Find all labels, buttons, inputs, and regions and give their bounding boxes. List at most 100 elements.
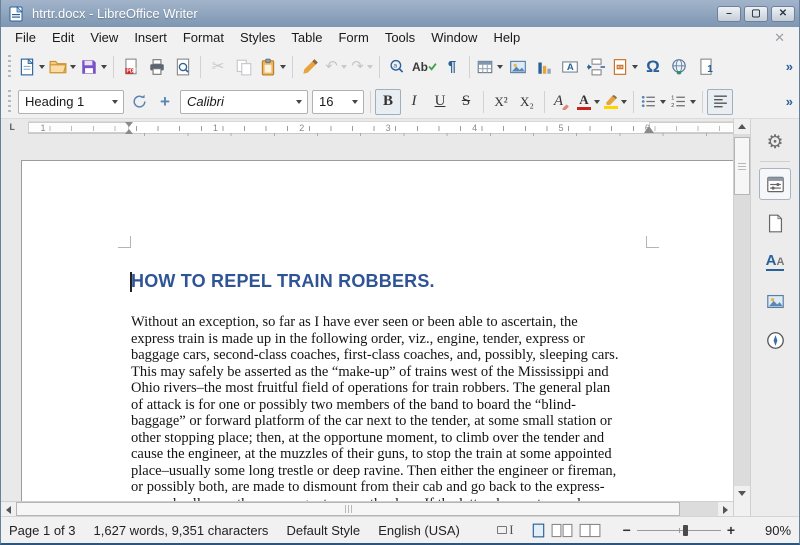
underline-button[interactable]: U xyxy=(427,89,453,115)
font-color-button[interactable]: A xyxy=(575,89,602,115)
horizontal-scrollbar-track[interactable] xyxy=(680,502,718,516)
toolbar-overflow-button[interactable]: » xyxy=(782,59,797,74)
insert-field-button[interactable] xyxy=(609,54,640,80)
menu-form[interactable]: Form xyxy=(330,28,376,47)
chevron-down-icon[interactable] xyxy=(497,65,503,69)
chevron-down-icon[interactable] xyxy=(632,65,638,69)
book-view-button[interactable] xyxy=(579,523,601,538)
chevron-down-icon[interactable] xyxy=(346,91,363,113)
page[interactable]: HOW TO REPEL TRAIN ROBBERS. Without an e… xyxy=(21,160,733,501)
scroll-up-button[interactable] xyxy=(734,119,750,134)
document-paragraph[interactable]: Without an exception, so far as I have e… xyxy=(131,314,671,501)
numbered-list-button[interactable]: 12 xyxy=(668,89,698,115)
sidebar-tab-gallery[interactable] xyxy=(759,285,791,317)
menu-window[interactable]: Window xyxy=(423,28,485,47)
export-pdf-button[interactable]: PDF xyxy=(118,54,144,80)
print-button[interactable] xyxy=(144,54,170,80)
insert-image-button[interactable] xyxy=(505,54,531,80)
bold-button[interactable]: B xyxy=(375,89,401,115)
word-count[interactable]: 1,627 words, 9,351 characters xyxy=(94,523,269,538)
insert-mode-indicator[interactable]: I xyxy=(497,522,513,538)
insert-page-break-button[interactable] xyxy=(583,54,609,80)
single-page-view-button[interactable] xyxy=(532,523,545,538)
menu-edit[interactable]: Edit xyxy=(44,28,82,47)
update-style-button[interactable] xyxy=(126,89,152,115)
page-count[interactable]: Page 1 of 3 xyxy=(9,523,76,538)
bullet-list-button[interactable] xyxy=(638,89,668,115)
scroll-left-button[interactable] xyxy=(1,502,16,517)
sidebar-tab-properties[interactable] xyxy=(759,168,791,200)
subscript-button[interactable]: X₂ xyxy=(514,89,540,115)
menu-table[interactable]: Table xyxy=(283,28,330,47)
font-size-combo[interactable]: 16 xyxy=(312,90,364,114)
sidebar-tab-page[interactable] xyxy=(759,207,791,239)
toolbar-grip-handle[interactable] xyxy=(6,55,13,79)
maximize-button[interactable]: ▢ xyxy=(744,6,768,22)
insert-page-number-button[interactable]: 1 xyxy=(692,54,718,80)
align-left-button[interactable] xyxy=(707,89,733,115)
text-language[interactable]: English (USA) xyxy=(378,523,460,538)
strikethrough-button[interactable]: S xyxy=(453,89,479,115)
menu-view[interactable]: View xyxy=(82,28,126,47)
vertical-scrollbar[interactable] xyxy=(733,119,750,516)
chevron-down-icon[interactable] xyxy=(660,100,666,104)
chevron-down-icon[interactable] xyxy=(280,65,286,69)
formatting-marks-button[interactable]: ¶ xyxy=(439,54,465,80)
menu-file[interactable]: File xyxy=(7,28,44,47)
find-replace-button[interactable]: a xyxy=(384,54,410,80)
page-style[interactable]: Default Style xyxy=(286,523,360,538)
paragraph-style-combo[interactable]: Heading 1 xyxy=(18,90,124,114)
horizontal-ruler[interactable]: L 1 123456 xyxy=(1,119,733,137)
highlight-color-button[interactable] xyxy=(602,89,629,115)
chevron-down-icon[interactable] xyxy=(106,91,123,113)
vertical-scrollbar-track[interactable] xyxy=(734,195,750,486)
chevron-down-icon[interactable] xyxy=(39,65,45,69)
new-document-button[interactable] xyxy=(16,54,47,80)
insert-special-character-button[interactable]: Ω xyxy=(640,54,666,80)
scroll-down-button[interactable] xyxy=(734,486,750,501)
right-indent-marker[interactable] xyxy=(644,126,654,133)
zoom-percentage[interactable]: 90% xyxy=(757,523,791,538)
zoom-slider-track[interactable] xyxy=(637,525,721,536)
close-document-icon[interactable]: ✕ xyxy=(774,30,793,46)
chevron-down-icon[interactable] xyxy=(101,65,107,69)
sidebar-tab-navigator[interactable] xyxy=(759,324,791,356)
menu-help[interactable]: Help xyxy=(485,28,528,47)
scroll-right-button[interactable] xyxy=(718,502,733,517)
paste-button[interactable] xyxy=(257,54,288,80)
insert-chart-button[interactable] xyxy=(531,54,557,80)
chevron-down-icon[interactable] xyxy=(70,65,76,69)
print-preview-button[interactable] xyxy=(170,54,196,80)
chevron-down-icon[interactable] xyxy=(690,100,696,104)
chevron-down-icon[interactable] xyxy=(290,91,307,113)
clear-formatting-button[interactable]: A xyxy=(549,89,575,115)
zoom-slider[interactable]: − + xyxy=(623,523,735,537)
close-button[interactable]: ✕ xyxy=(771,6,795,22)
clone-formatting-button[interactable] xyxy=(297,54,323,80)
sidebar-tab-styles[interactable]: AA xyxy=(759,246,791,278)
document-canvas[interactable]: HOW TO REPEL TRAIN ROBBERS. Without an e… xyxy=(1,137,733,501)
chevron-down-icon[interactable] xyxy=(594,100,600,104)
save-button[interactable] xyxy=(78,54,109,80)
open-button[interactable] xyxy=(47,54,78,80)
vertical-scrollbar-thumb[interactable] xyxy=(734,137,750,195)
zoom-out-icon[interactable]: − xyxy=(623,523,631,537)
insert-text-box-button[interactable]: A xyxy=(557,54,583,80)
horizontal-scrollbar[interactable] xyxy=(1,501,733,516)
tab-stop-selector[interactable]: L xyxy=(9,123,15,134)
insert-hyperlink-button[interactable] xyxy=(666,54,692,80)
title-bar[interactable]: htrtr.docx - LibreOffice Writer – ▢ ✕ xyxy=(1,0,799,27)
menu-tools[interactable]: Tools xyxy=(377,28,423,47)
minimize-button[interactable]: – xyxy=(717,6,741,22)
sidebar-settings-button[interactable]: ⚙ xyxy=(766,127,783,157)
superscript-button[interactable]: X² xyxy=(488,89,514,115)
menu-insert[interactable]: Insert xyxy=(126,28,175,47)
chevron-down-icon[interactable] xyxy=(621,100,627,104)
menu-styles[interactable]: Styles xyxy=(232,28,283,47)
multi-page-view-button[interactable] xyxy=(551,523,573,538)
horizontal-scrollbar-thumb[interactable] xyxy=(16,502,680,516)
toolbar-overflow-button[interactable]: » xyxy=(782,94,797,109)
spelling-button[interactable]: Ab xyxy=(410,54,439,80)
zoom-in-icon[interactable]: + xyxy=(727,523,735,537)
menu-format[interactable]: Format xyxy=(175,28,232,47)
